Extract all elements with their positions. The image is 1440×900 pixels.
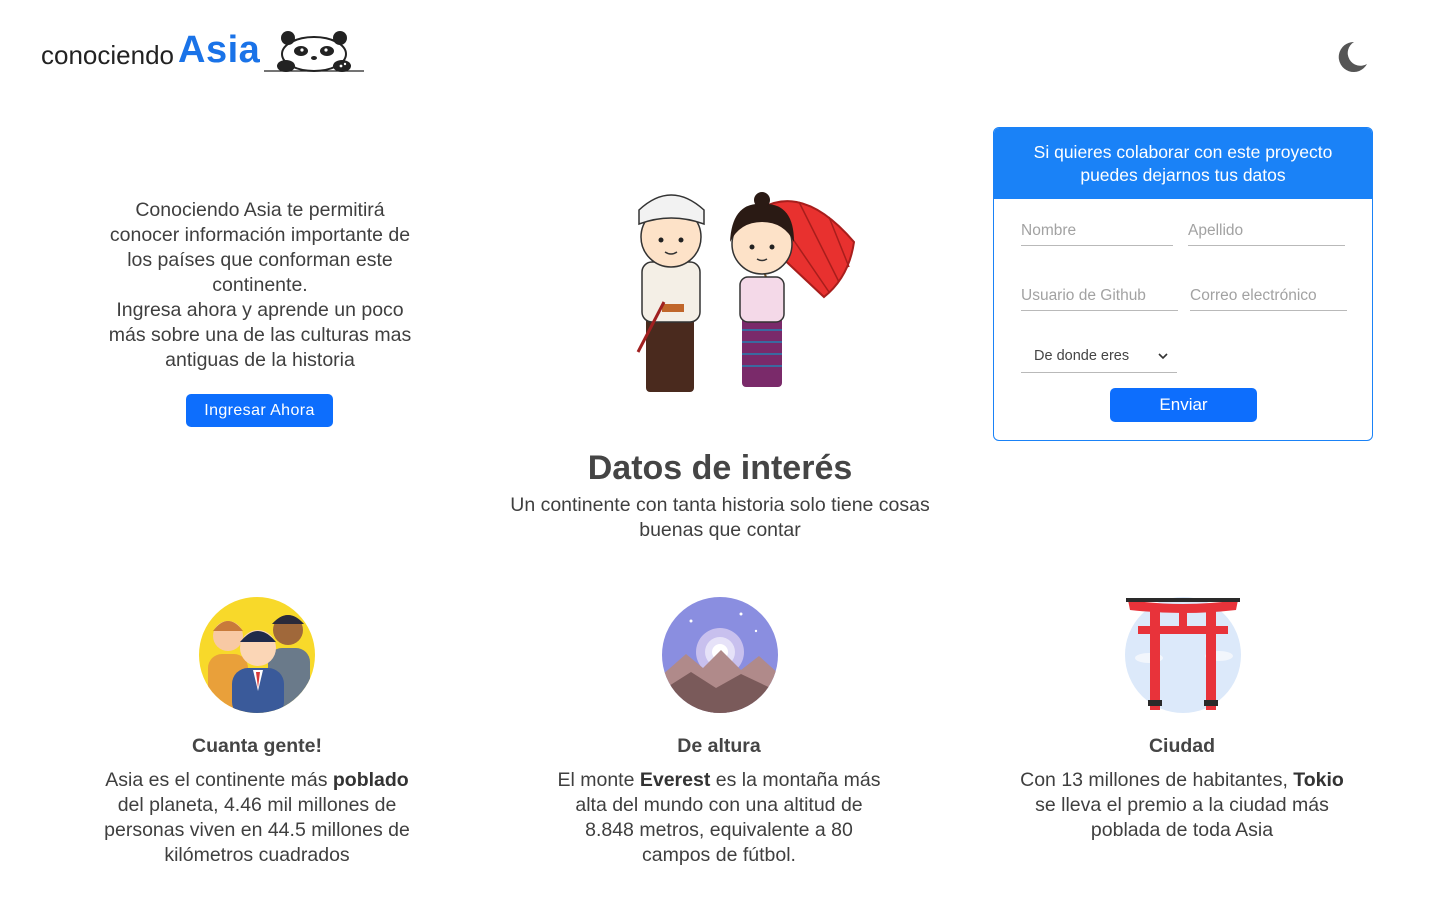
fact-bold-altura: Everest <box>639 769 711 791</box>
chevron-down-icon <box>1158 353 1168 360</box>
nombre-field[interactable] <box>1021 216 1173 246</box>
brand-logo[interactable]: conociendo Asia <box>41 30 260 70</box>
moon-icon[interactable] <box>1334 40 1368 74</box>
torii-gate-icon <box>1125 597 1241 713</box>
fact-bold-gente: poblado <box>332 769 409 791</box>
fact-bold-ciudad: Tokio <box>1293 769 1344 791</box>
datos-title: Datos de interés <box>587 449 853 487</box>
mountain-icon <box>662 597 778 713</box>
origin-select[interactable]: De donde eres <box>1021 340 1177 373</box>
panda-icon <box>264 31 364 72</box>
email-field[interactable] <box>1190 281 1347 311</box>
intro-text: Conociendo Asia te permitirá conocer inf… <box>100 198 420 373</box>
ingresar-button[interactable]: Ingresar Ahora <box>186 394 333 427</box>
apellido-field[interactable] <box>1188 216 1345 246</box>
fact-title-altura: De altura <box>677 735 761 757</box>
people-icon <box>199 597 315 713</box>
intro-paragraph-1: Conociendo Asia te permitirá conocer inf… <box>109 199 411 296</box>
origin-select-value: De donde eres <box>1034 348 1130 364</box>
fact-title-ciudad: Ciudad <box>1148 735 1216 757</box>
asian-couple-illustration <box>636 192 856 392</box>
brand-prefix: conociendo <box>41 40 174 70</box>
colaborar-form: Si quieres colaborar con este proyecto p… <box>993 127 1373 441</box>
intro-paragraph-2: Ingresa ahora y aprende un poco más sobr… <box>108 299 412 371</box>
github-user-field[interactable] <box>1021 281 1178 311</box>
brand-name: Asia <box>178 29 261 71</box>
fact-title-gente: Cuanta gente! <box>191 735 322 757</box>
form-header: Si quieres colaborar con este proyecto p… <box>994 128 1372 199</box>
enviar-button[interactable]: Enviar <box>1110 388 1257 422</box>
fact-text-gente: Asia es el continente más poblado del pl… <box>104 769 410 866</box>
fact-text-ciudad: Con 13 millones de habitantes, Tokio se … <box>1020 769 1344 841</box>
fact-text-altura: El monte Everest es la montaña más alta … <box>557 769 881 866</box>
datos-subtitle: Un continente con tanta historia solo ti… <box>510 494 930 541</box>
